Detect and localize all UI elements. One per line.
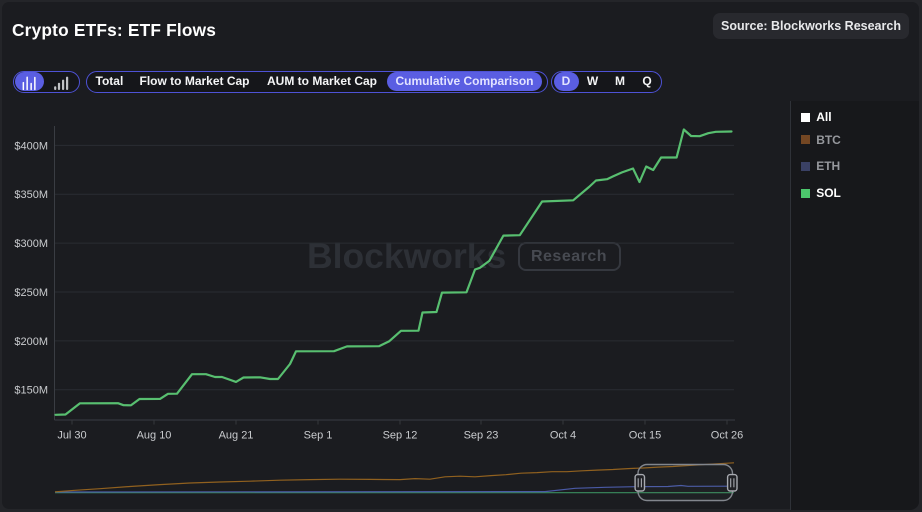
svg-text:$200M: $200M (14, 336, 48, 348)
svg-text:$300M: $300M (14, 238, 48, 250)
svg-text:$150M: $150M (14, 385, 48, 397)
svg-text:$250M: $250M (14, 287, 48, 299)
svg-text:Aug 21: Aug 21 (219, 430, 254, 442)
svg-text:$400M: $400M (14, 140, 48, 152)
svg-text:Oct 15: Oct 15 (629, 430, 661, 442)
svg-text:Oct 26: Oct 26 (711, 430, 743, 442)
svg-text:Sep 1: Sep 1 (304, 430, 333, 442)
svg-text:$350M: $350M (14, 189, 48, 201)
svg-text:Oct 4: Oct 4 (550, 430, 576, 442)
svg-text:Jul 30: Jul 30 (57, 430, 86, 442)
svg-text:Aug 10: Aug 10 (137, 430, 172, 442)
svg-text:Sep 12: Sep 12 (383, 430, 418, 442)
svg-text:Sep 23: Sep 23 (464, 430, 499, 442)
